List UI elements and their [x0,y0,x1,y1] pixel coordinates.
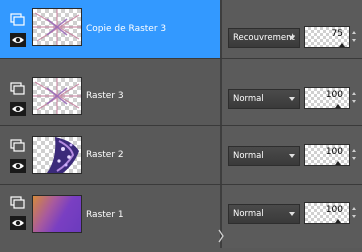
chevron-down-icon [289,36,295,40]
chevron-down-icon [289,97,295,101]
layer-row-raster-1[interactable]: Raster 1 Normal 100 [0,185,362,244]
layer-row-header[interactable]: Raster 3 [0,67,220,125]
layer-name[interactable]: Raster 2 [86,126,124,184]
eye-icon[interactable] [10,158,26,173]
opacity-stepper[interactable] [350,144,358,166]
chevron-down-icon[interactable] [352,39,356,42]
layer-thumbnail[interactable] [32,77,82,115]
layer-name[interactable]: Raster 3 [86,67,124,125]
opacity-slider-pointer[interactable] [339,43,345,47]
layer-row-header[interactable]: Raster 1 [0,185,220,244]
chevron-down-icon[interactable] [352,215,356,218]
raster-layer-icon [10,138,26,152]
opacity-input[interactable]: 75 [304,26,350,48]
blend-mode-select[interactable]: Recouvrement [228,28,300,48]
layer-thumbnail[interactable] [32,195,82,233]
opacity-value: 100 [325,147,343,157]
raster-layer-icon [10,81,26,95]
eye-icon[interactable] [10,32,26,47]
chevron-down-icon [289,212,295,216]
layer-thumbnail[interactable] [32,8,82,46]
layer-thumbnail[interactable] [32,136,82,174]
chevron-down-icon[interactable] [352,100,356,103]
chevron-down-icon [289,154,295,158]
opacity-input[interactable]: 100 [304,144,350,166]
opacity-stepper[interactable] [350,202,358,224]
blend-mode-select[interactable]: Normal [228,146,300,166]
layer-row-copie-de-raster-3[interactable]: Copie de Raster 3 Recouvrement 75 [0,0,362,59]
chevron-up-icon[interactable] [352,92,356,95]
layer-name[interactable]: Raster 1 [86,185,124,244]
chevron-down-icon[interactable] [352,157,356,160]
layer-name[interactable]: Copie de Raster 3 [86,0,166,58]
opacity-input[interactable]: 100 [304,202,350,224]
opacity-slider-pointer[interactable] [335,219,341,223]
layer-row-header[interactable]: Copie de Raster 3 [0,0,220,58]
blend-mode-select[interactable]: Normal [228,204,300,224]
eye-icon[interactable] [10,101,26,116]
opacity-slider-pointer[interactable] [335,104,341,108]
opacity-stepper[interactable] [350,87,358,109]
layer-row-raster-2[interactable]: Raster 2 Normal 100 [0,126,362,185]
blend-mode-value: Normal [233,151,264,161]
layer-row-raster-3[interactable]: Raster 3 Normal 100 [0,67,362,126]
opacity-stepper[interactable] [350,26,358,48]
chevron-up-icon[interactable] [352,207,356,210]
chevron-up-icon[interactable] [352,31,356,34]
blend-mode-value: Normal [233,209,264,219]
blend-mode-value: Normal [233,94,264,104]
eye-icon[interactable] [10,215,26,230]
blend-mode-value: Recouvrement [233,33,295,43]
raster-layer-icon [10,12,26,26]
layer-row-header[interactable]: Raster 2 [0,126,220,184]
opacity-value: 100 [325,205,343,215]
opacity-slider-pointer[interactable] [335,161,341,165]
raster-layer-icon [10,195,26,209]
collapse-handle[interactable] [218,224,224,248]
opacity-input[interactable]: 100 [304,87,350,109]
chevron-up-icon[interactable] [352,149,356,152]
opacity-value: 100 [325,90,343,100]
opacity-value: 75 [331,29,343,39]
blend-mode-select[interactable]: Normal [228,89,300,109]
